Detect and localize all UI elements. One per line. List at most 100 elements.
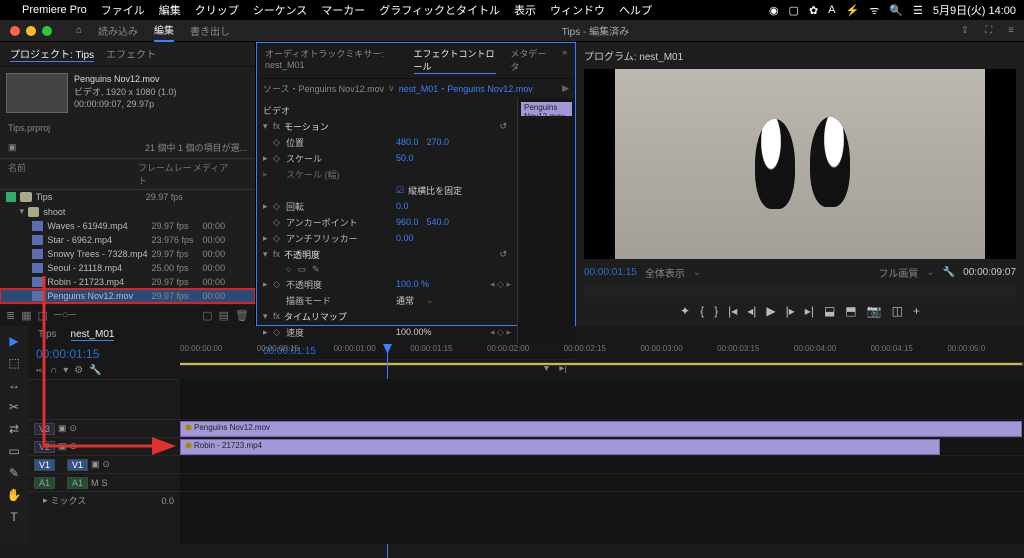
clip-v2[interactable]: ⬢Robin - 21723.mp4 — [180, 439, 940, 455]
tray-icon[interactable]: ▢ — [789, 4, 799, 17]
tray-icon[interactable]: ◉ — [769, 4, 779, 17]
new-bin-icon[interactable]: ▢ — [202, 309, 212, 322]
clock[interactable]: 5月9日(火) 14:00 — [933, 2, 1016, 18]
track-header-mix[interactable]: ▸ミックス0.0 — [28, 491, 180, 509]
quality-dropdown[interactable]: フル画質 — [878, 265, 918, 280]
slip-tool-icon[interactable]: ⇄ — [9, 422, 19, 436]
bin-icon[interactable]: ▣ — [8, 142, 17, 153]
step-back-icon[interactable]: ◂| — [747, 304, 756, 318]
tab-audio-mixer[interactable]: オーディオトラックミキサー: nest_M01 — [265, 47, 400, 74]
list-item[interactable]: Snowy Trees - 7328.mp429.97 fps00:00 — [0, 247, 255, 261]
minimize-window[interactable] — [26, 26, 36, 36]
list-item[interactable]: Seoul - 21118.mp425.00 fps00:00 — [0, 261, 255, 275]
track-header-v2[interactable]: V2▣⊙ — [28, 437, 180, 455]
link-icon[interactable]: ∩ — [50, 365, 57, 376]
battery-icon[interactable]: ⚡ — [846, 4, 860, 17]
keyframe-nav[interactable]: ◂ ◇ ▸ — [490, 279, 511, 290]
prop-anchor[interactable]: ◇アンカーポイント960.0540.0 — [263, 214, 511, 230]
wrench-icon[interactable]: 🔧 — [89, 365, 101, 376]
prop-antiflicker[interactable]: ▸◇アンチフリッカー0.00 — [263, 230, 511, 246]
reset-icon[interactable]: ↺ — [499, 121, 507, 132]
track-v2[interactable]: ⬢Robin - 21723.mp4 — [180, 437, 1024, 455]
motion-group[interactable]: ▾fxモーション↺ — [263, 118, 511, 134]
col-framerate[interactable]: フレームレート — [138, 161, 193, 187]
track-header-a1[interactable]: A1A1MS — [28, 473, 180, 491]
export-frame-icon[interactable]: 📷 — [867, 304, 882, 318]
panel-menu-icon[interactable]: » — [562, 47, 567, 74]
checkbox-icon[interactable]: ☑ — [396, 185, 404, 196]
sequence-path[interactable]: nest_M01・Penguins Nov12.mov — [399, 82, 533, 95]
pen-mask-icon[interactable]: ✎ — [312, 264, 320, 275]
tray-icon[interactable]: ✿ — [809, 4, 818, 17]
prop-opacity[interactable]: ▸◇不透明度100.0 %◂ ◇ ▸ — [263, 276, 511, 292]
control-center-icon[interactable]: ☰ — [913, 4, 923, 17]
pen-tool-icon[interactable]: ✎ — [9, 466, 19, 480]
list-item[interactable]: Waves - 61949.mp429.97 fps00:00 — [0, 219, 255, 233]
program-scrubber[interactable] — [584, 285, 1016, 297]
tray-icon[interactable]: A — [828, 4, 835, 16]
clip-v3[interactable]: ⬢Penguins Nov12.mov — [180, 421, 1022, 437]
snap-icon[interactable]: ⤟ — [36, 365, 44, 376]
program-timecode[interactable]: 00:00:01:15 — [584, 267, 637, 278]
stopwatch-icon[interactable]: ◇ — [273, 201, 283, 212]
ellipse-mask-icon[interactable]: ○ — [286, 264, 291, 274]
track-v1[interactable] — [180, 455, 1024, 473]
tab-metadata[interactable]: メタデータ — [510, 47, 548, 74]
freeform-view-icon[interactable]: ◫ — [38, 309, 48, 322]
new-item-icon[interactable]: ▤ — [219, 309, 229, 322]
opacity-group[interactable]: ▾fx不透明度↺ — [263, 246, 511, 262]
tab-program[interactable]: プログラム: nest_M01 — [584, 52, 683, 63]
menu-graphics[interactable]: グラフィックとタイトル — [379, 2, 500, 18]
tab-effect-controls[interactable]: エフェクトコントロール — [414, 47, 497, 74]
rect-tool-icon[interactable]: ▭ — [8, 444, 19, 458]
track-header-v1[interactable]: V1V1▣⊙ — [28, 455, 180, 473]
button-editor-icon[interactable]: + — [913, 304, 920, 318]
program-viewport[interactable] — [584, 69, 1016, 259]
home-icon[interactable]: ⌂ — [76, 25, 82, 36]
list-item-selected[interactable]: Penguins Nov12.mov29.97 fps00:00 — [0, 289, 255, 303]
menu-clip[interactable]: クリップ — [195, 2, 239, 18]
settings-icon[interactable]: ⚙ — [74, 365, 83, 376]
tab-import[interactable]: 読み込み — [98, 20, 138, 41]
stopwatch-icon[interactable]: ◇ — [273, 233, 283, 244]
window-traffic-lights[interactable] — [10, 26, 52, 36]
menu-window[interactable]: ウィンドウ — [550, 2, 605, 18]
prop-scale[interactable]: ▸◇スケール50.0 — [263, 150, 511, 166]
list-item[interactable]: Star - 6962.mp423.976 fps00:00 — [0, 233, 255, 247]
goto-out-icon[interactable]: ▸| — [805, 304, 814, 318]
type-tool-icon[interactable]: T — [10, 510, 17, 524]
workspace-menu-icon[interactable]: ≡ — [1008, 25, 1014, 36]
list-item[interactable]: ▾shoot — [0, 204, 255, 219]
track-v3[interactable]: ⬢Penguins Nov12.mov — [180, 419, 1024, 437]
track-a1[interactable] — [180, 473, 1024, 491]
track-mix[interactable] — [180, 491, 1024, 521]
timeline-timecode[interactable]: 00:00:01:15 — [36, 347, 172, 361]
search-icon[interactable]: 🔍 — [889, 4, 903, 17]
list-view-icon[interactable]: ≣ — [6, 309, 15, 322]
menu-view[interactable]: 表示 — [514, 2, 536, 18]
extract-icon[interactable]: ⬒ — [845, 304, 856, 318]
menu-edit[interactable]: 編集 — [159, 2, 181, 18]
stopwatch-icon[interactable]: ◇ — [273, 153, 283, 164]
prop-blend[interactable]: 描画モード通常⌄ — [263, 292, 511, 308]
sequence-tab-active[interactable]: nest_M01 — [71, 329, 115, 341]
prop-uniform[interactable]: ☑縦横比を固定 — [263, 182, 511, 198]
wrench-icon[interactable]: 🔧 — [943, 267, 955, 278]
list-item[interactable]: Robin - 21723.mp429.97 fps00:00 — [0, 275, 255, 289]
trash-icon[interactable]: 🗑 — [235, 309, 249, 322]
marker-icon[interactable]: ▾ — [63, 365, 68, 376]
selection-tool-icon[interactable]: ▶ — [9, 334, 18, 348]
prop-rotation[interactable]: ▸◇回転0.0 — [263, 198, 511, 214]
ec-clip-strip[interactable]: Penguins Nov12.mov — [521, 102, 572, 116]
hand-tool-icon[interactable]: ✋ — [7, 488, 22, 502]
rect-mask-icon[interactable]: ▭ — [297, 264, 306, 275]
stopwatch-icon[interactable]: ◇ — [273, 217, 283, 228]
track-header-v3[interactable]: V3▣⊙ — [28, 419, 180, 437]
fit-dropdown[interactable]: 全体表示 — [645, 265, 685, 280]
goto-in-icon[interactable]: |◂ — [728, 304, 737, 318]
list-item[interactable]: Tips29.97 fps — [0, 190, 255, 204]
tab-project[interactable]: プロジェクト: Tips — [10, 46, 94, 62]
zoom-window[interactable] — [42, 26, 52, 36]
razor-tool-icon[interactable]: ✂ — [9, 400, 19, 414]
mark-in-icon[interactable]: { — [700, 304, 704, 318]
